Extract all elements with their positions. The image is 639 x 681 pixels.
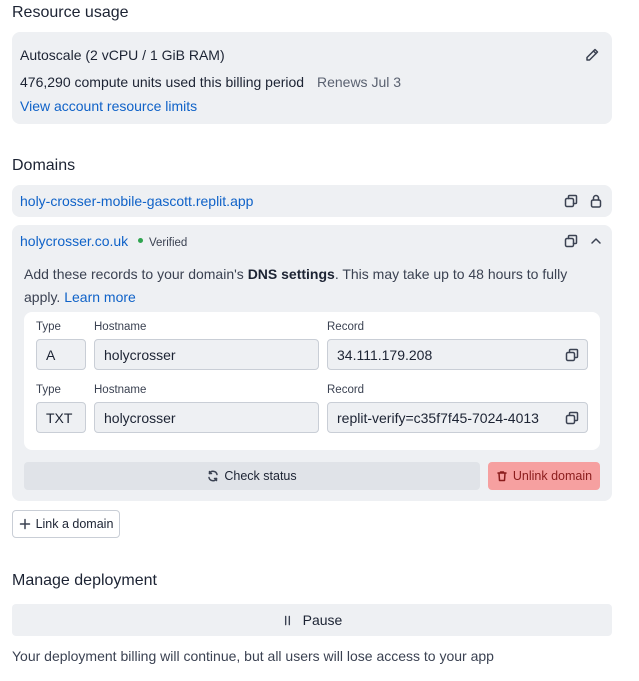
lock-icon (590, 194, 602, 208)
collapse-domain-button[interactable] (587, 232, 605, 250)
record-value-field: 34.111.179.208 (327, 339, 588, 370)
record-label: Record (327, 321, 365, 333)
manage-deployment-title: Manage deployment (12, 572, 157, 589)
type-label: Type (36, 321, 61, 333)
lock-button (587, 192, 605, 210)
dns-instructions: Add these records to your domain's DNS s… (24, 263, 567, 309)
dns-instructions-prefix: Add these records to your domain's (24, 266, 248, 282)
pause-icon (284, 615, 290, 625)
unlink-domain-button[interactable]: Unlink domain (488, 462, 600, 490)
copy-replit-domain-button[interactable] (562, 192, 580, 210)
check-status-button[interactable]: Check status (24, 462, 480, 490)
compute-units-used: 476,290 compute units used this billing … (20, 74, 305, 90)
view-resource-limits-link[interactable]: View account resource limits (20, 98, 197, 114)
edit-plan-button[interactable] (583, 46, 601, 64)
trash-icon (497, 471, 507, 482)
record-value-field: replit-verify=c35f7f45-7024-4013 (327, 402, 588, 433)
pause-label: Pause (302, 612, 343, 628)
link-domain-button[interactable]: Link a domain (12, 510, 120, 538)
replit-domain-row: holy-crosser-mobile-gascott.replit.app (12, 185, 612, 217)
dns-records-panel: Type Hostname Record A holycrosser 34.11… (24, 312, 600, 450)
custom-domain-card: holycrosser.co.uk Verified Add these rec… (12, 225, 612, 501)
plus-icon (19, 518, 30, 530)
copy-icon (564, 194, 578, 208)
record-value: 34.111.179.208 (337, 346, 433, 363)
record-value: replit-verify=c35f7f45-7024-4013 (337, 409, 539, 426)
unlink-domain-label: Unlink domain (512, 469, 593, 483)
resource-usage-title: Resource usage (12, 4, 129, 21)
copy-record-button[interactable] (563, 346, 581, 364)
pause-note: Your deployment billing will continue, b… (12, 648, 494, 664)
verified-dot-icon (138, 237, 144, 243)
custom-domain-header: holycrosser.co.uk Verified (20, 233, 187, 249)
resource-usage-card: Autoscale (2 vCPU / 1 GiB RAM) 476,290 c… (12, 32, 612, 124)
renews-date: Renews Jul 3 (316, 74, 402, 90)
custom-domain-link[interactable]: holycrosser.co.uk (20, 233, 128, 249)
record-type-field: A (36, 339, 86, 370)
copy-icon (565, 348, 579, 362)
link-domain-label: Link a domain (35, 517, 114, 531)
plan-label: Autoscale (2 vCPU / 1 GiB RAM) (20, 47, 225, 63)
dns-instructions-line2: apply. (24, 289, 65, 305)
copy-icon (564, 234, 578, 248)
type-label: Type (36, 384, 61, 396)
refresh-icon (208, 470, 219, 482)
domains-title: Domains (12, 157, 76, 174)
pause-button[interactable]: Pause (12, 604, 612, 636)
copy-custom-domain-button[interactable] (562, 232, 580, 250)
chevron-up-icon (591, 238, 601, 244)
hostname-label: Hostname (94, 384, 147, 396)
hostname-label: Hostname (94, 321, 147, 333)
copy-record-button[interactable] (563, 409, 581, 427)
pencil-icon (586, 48, 599, 61)
check-status-label: Check status (224, 469, 297, 483)
record-type-field: TXT (36, 402, 86, 433)
dns-settings-label: DNS settings (247, 266, 335, 282)
record-hostname-field: holycrosser (94, 339, 319, 370)
record-hostname-field: holycrosser (94, 402, 319, 433)
record-label: Record (327, 384, 365, 396)
usage-text: 476,290 compute units used this billing … (20, 74, 401, 90)
dns-instructions-suffix: . This may take up to 48 hours to fully (334, 266, 568, 282)
learn-more-link[interactable]: Learn more (64, 289, 136, 305)
verified-status: Verified (148, 237, 188, 249)
copy-icon (565, 411, 579, 425)
replit-domain-link[interactable]: holy-crosser-mobile-gascott.replit.app (20, 193, 253, 209)
